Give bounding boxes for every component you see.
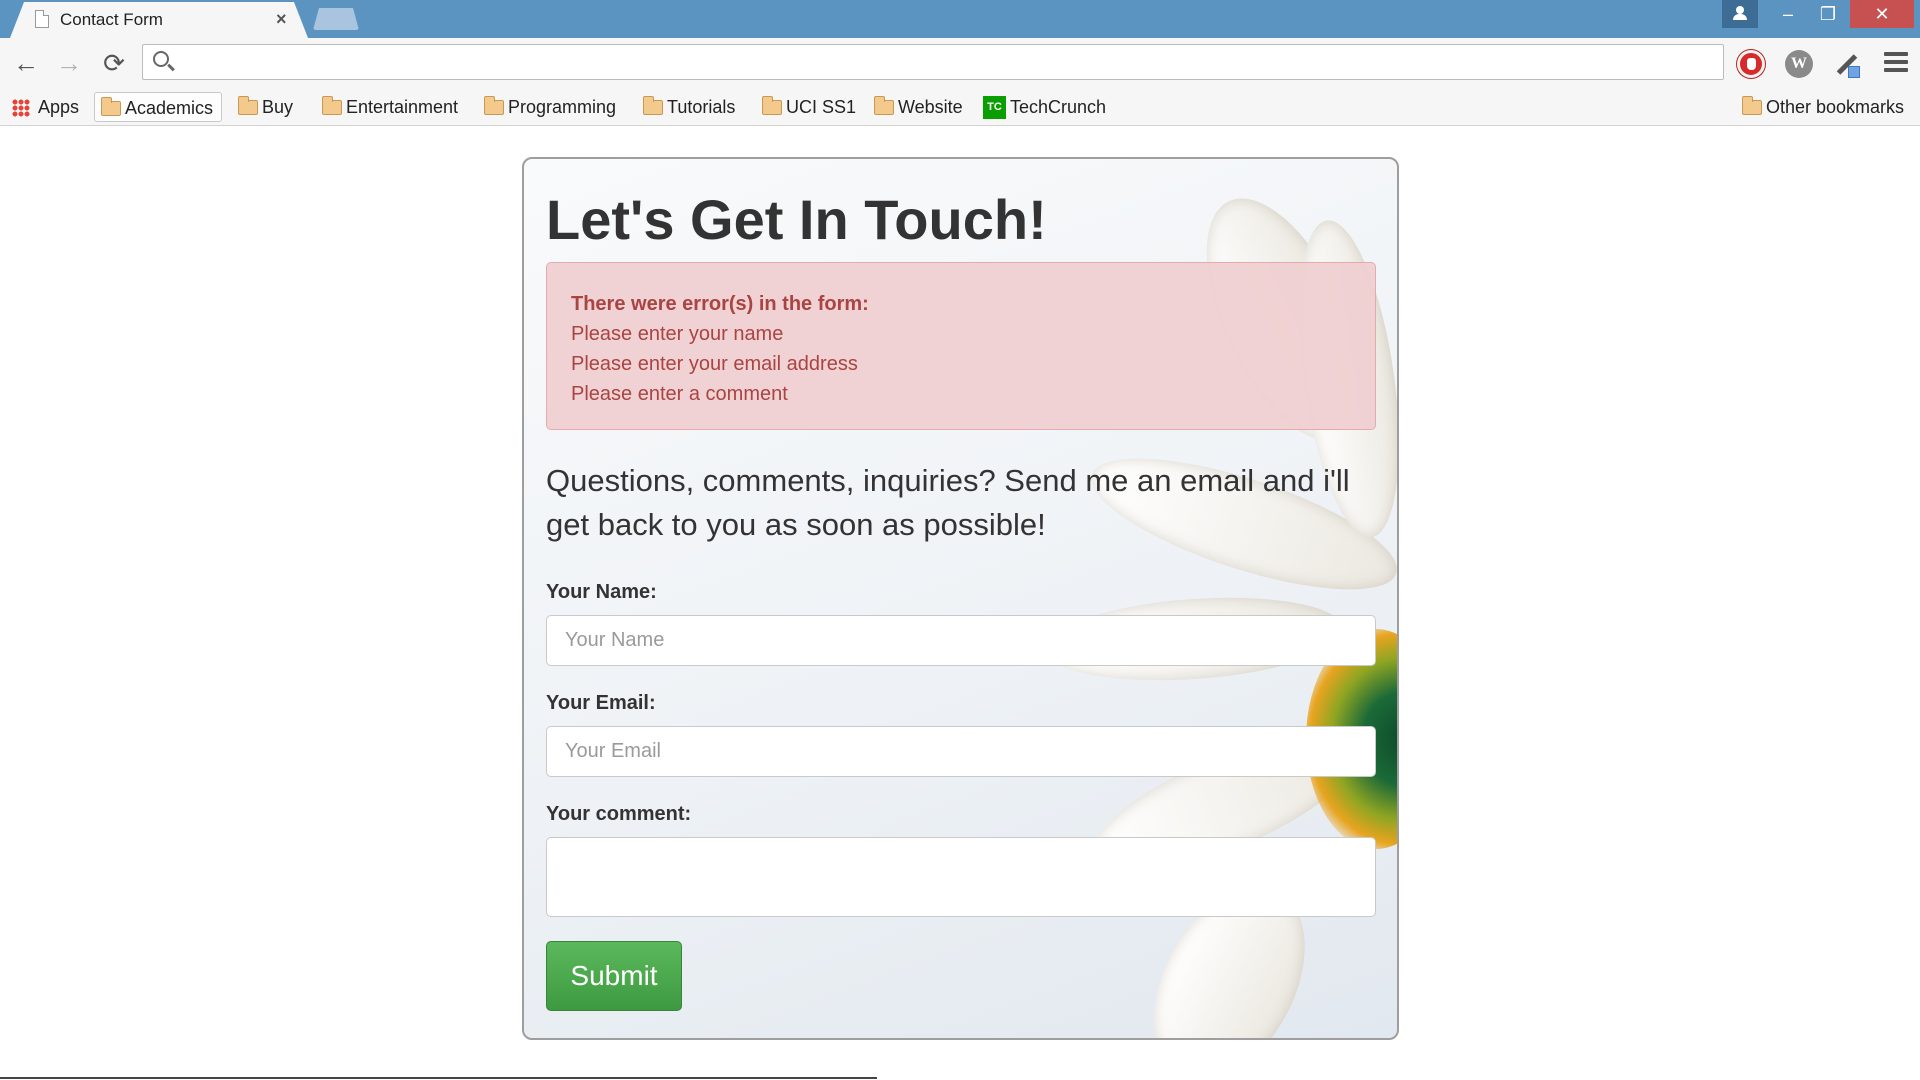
bookmark-label: Website — [898, 97, 963, 117]
contact-form-card: Let's Get In Touch! There were error(s) … — [522, 157, 1399, 1040]
bookmark-folder-other[interactable]: Other bookmarks — [1736, 92, 1904, 122]
folder-icon — [322, 96, 342, 115]
comment-textarea[interactable] — [546, 837, 1376, 917]
bookmark-label: Entertainment — [346, 97, 459, 117]
eyedropper-badge — [1848, 66, 1860, 78]
comment-label: Your comment: — [546, 803, 692, 825]
w-extension-icon[interactable]: W — [1785, 50, 1813, 78]
bookmark-label: UCI SS1 — [786, 97, 857, 117]
error-message: Please enter a comment — [571, 383, 788, 405]
bookmark-apps[interactable]: Apps — [8, 92, 79, 122]
browser-tab[interactable]: Contact Form × — [10, 2, 308, 38]
bookmark-label: Academics — [125, 98, 214, 118]
bookmark-label: Other bookmarks — [1766, 97, 1905, 117]
page-bottom-divider — [0, 1077, 877, 1079]
page-title: Let's Get In Touch! — [546, 188, 1047, 251]
tab-close-icon[interactable]: × — [276, 9, 287, 30]
menu-icon[interactable] — [1884, 52, 1908, 74]
browser-titlebar: Contact Form × – ❐ ✕ — [0, 0, 1920, 38]
browser-toolbar: ← → ⟳ W — [0, 38, 1920, 88]
bookmark-apps-label: Apps — [38, 97, 80, 117]
bookmark-folder-programming[interactable]: Programming — [478, 92, 616, 122]
reload-button[interactable]: ⟳ — [98, 48, 130, 78]
folder-icon — [874, 96, 894, 115]
bookmark-folder-tutorials[interactable]: Tutorials — [637, 92, 735, 122]
adblock-icon[interactable] — [1737, 50, 1765, 78]
techcrunch-icon: TC — [983, 96, 1006, 119]
bookmark-folder-academics[interactable]: Academics — [94, 92, 223, 122]
bookmark-label: Buy — [262, 97, 294, 117]
close-window-button[interactable]: ✕ — [1850, 0, 1914, 28]
bookmark-folder-entertainment[interactable]: Entertainment — [316, 92, 458, 122]
new-tab-button[interactable] — [313, 8, 359, 30]
bookmarks-bar: Apps Academics Buy Entertainment Program… — [0, 88, 1920, 126]
search-icon — [153, 51, 169, 67]
error-message: Please enter your email address — [571, 353, 858, 375]
folder-icon — [238, 96, 258, 115]
error-heading: There were error(s) in the form: — [571, 293, 869, 315]
folder-icon — [1742, 96, 1762, 115]
forward-button[interactable]: → — [53, 48, 85, 78]
bookmark-folder-uci-ss1[interactable]: UCI SS1 — [756, 92, 856, 122]
folder-icon — [762, 96, 782, 115]
email-label: Your Email: — [546, 692, 656, 714]
bookmark-label: Tutorials — [667, 97, 736, 117]
tab-title: Contact Form — [60, 10, 163, 29]
eyedropper-icon[interactable] — [1833, 50, 1861, 78]
user-body-icon — [1733, 14, 1747, 20]
bookmark-label: Programming — [508, 97, 617, 117]
folder-icon — [101, 97, 121, 116]
bookmark-folder-website[interactable]: Website — [868, 92, 963, 122]
apps-grid-icon — [12, 99, 30, 117]
error-message: Please enter your name — [571, 323, 784, 345]
address-bar[interactable] — [142, 44, 1724, 80]
error-alert: There were error(s) in the form: Please … — [546, 262, 1376, 430]
back-button[interactable]: ← — [10, 48, 42, 78]
folder-icon — [484, 96, 504, 115]
address-input[interactable] — [183, 49, 1713, 75]
submit-button[interactable]: Submit — [546, 941, 682, 1011]
name-label: Your Name: — [546, 581, 657, 603]
maximize-button[interactable]: ❐ — [1810, 0, 1846, 28]
folder-icon — [643, 96, 663, 115]
bookmark-label: TechCrunch — [1010, 97, 1107, 117]
user-head-icon — [1736, 6, 1744, 14]
bookmark-folder-buy[interactable]: Buy — [232, 92, 293, 122]
name-input[interactable] — [546, 615, 1376, 666]
intro-text: Questions, comments, inquiries? Send me … — [546, 463, 1350, 542]
email-input[interactable] — [546, 726, 1376, 777]
minimize-button[interactable]: – — [1770, 0, 1806, 28]
bookmark-techcrunch[interactable]: TC TechCrunch — [980, 92, 1106, 122]
page-icon — [35, 10, 49, 28]
user-profile-button[interactable] — [1722, 0, 1758, 28]
